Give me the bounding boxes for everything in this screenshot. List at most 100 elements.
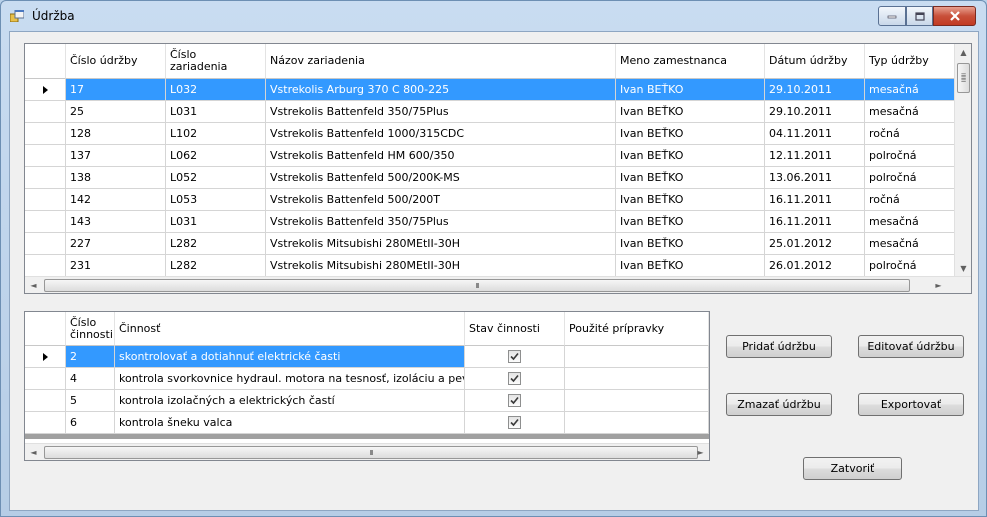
activity-cell[interactable]: skontrolovať a dotiahnuť elektrické čast… <box>115 346 465 368</box>
maintenance-type-cell[interactable]: polročná <box>865 167 955 189</box>
maintenance-number-cell[interactable]: 137 <box>66 145 166 167</box>
scroll-left-icon[interactable]: ◄ <box>25 444 42 460</box>
used-agents-cell[interactable] <box>565 368 709 390</box>
maintenance-type-cell[interactable]: polročná <box>865 255 955 277</box>
activity-status-checkbox[interactable] <box>508 394 521 407</box>
maintenance-number-cell[interactable]: 17 <box>66 79 166 101</box>
employee-name-cell[interactable]: Ivan BEŤKO <box>616 123 765 145</box>
maintenance-date-cell[interactable]: 29.10.2011 <box>765 101 865 123</box>
table-row[interactable]: 227 L282 Vstrekolis Mitsubishi 280MEtII-30… <box>25 233 955 255</box>
activity-number-cell[interactable]: 2 <box>66 346 115 368</box>
add-maintenance-button[interactable]: Pridať údržbu <box>726 335 832 358</box>
maintenance-date-cell[interactable]: 16.11.2011 <box>765 211 865 233</box>
scroll-right-icon[interactable]: ► <box>930 277 947 293</box>
maintenance-type-cell[interactable]: mesačná <box>865 101 955 123</box>
table-row[interactable]: 17 L032 Vstrekolis Arburg 370 C 800-225 Iva… <box>25 79 955 101</box>
device-name-cell[interactable]: Vstrekolis Mitsubishi 280MEtII-30H <box>266 233 616 255</box>
used-agents-cell[interactable] <box>565 390 709 412</box>
row-header[interactable] <box>25 167 66 189</box>
edit-maintenance-button[interactable]: Editovať údržbu <box>858 335 964 358</box>
maintenance-date-cell[interactable]: 16.11.2011 <box>765 189 865 211</box>
table-row[interactable]: 6 kontrola šneku valca <box>25 412 709 434</box>
maintenance-type-cell[interactable]: ročná <box>865 123 955 145</box>
maintenance-number-cell[interactable]: 227 <box>66 233 166 255</box>
row-header[interactable] <box>25 211 66 233</box>
maintenance-date-cell[interactable]: 25.01.2012 <box>765 233 865 255</box>
maintenance-type-cell[interactable]: mesačná <box>865 79 955 101</box>
activity-number-cell[interactable]: 6 <box>66 412 115 434</box>
employee-name-cell[interactable]: Ivan BEŤKO <box>616 79 765 101</box>
activity-status-cell[interactable] <box>465 412 565 434</box>
device-number-cell[interactable]: L052 <box>166 167 266 189</box>
row-header[interactable] <box>25 255 66 277</box>
maintenance-date-cell[interactable]: 26.01.2012 <box>765 255 865 277</box>
delete-maintenance-button[interactable]: Zmazať údržbu <box>726 393 832 416</box>
table-row[interactable]: 25 L031 Vstrekolis Battenfeld 350/75Plus Iv… <box>25 101 955 123</box>
activity-number-cell[interactable]: 5 <box>66 390 115 412</box>
row-header[interactable] <box>25 145 66 167</box>
device-name-cell[interactable]: Vstrekolis Battenfeld 500/200T <box>266 189 616 211</box>
table-row[interactable]: 231 L282 Vstrekolis Mitsubishi 280MEtII-30… <box>25 255 955 277</box>
maintenance-type-cell[interactable]: mesačná <box>865 211 955 233</box>
employee-name-cell[interactable]: Ivan BEŤKO <box>616 145 765 167</box>
table-row[interactable]: 2 skontrolovať a dotiahnuť elektrické čas… <box>25 346 709 368</box>
maintenance-grid-horizontal-scrollbar[interactable]: ◄ III ► <box>25 276 971 293</box>
activity-status-cell[interactable] <box>465 390 565 412</box>
maintenance-number-cell[interactable]: 143 <box>66 211 166 233</box>
horizontal-scroll-thumb[interactable]: III <box>44 446 698 459</box>
device-name-cell[interactable]: Vstrekolis Battenfeld HM 600/350 <box>266 145 616 167</box>
maintenance-number-cell[interactable]: 128 <box>66 123 166 145</box>
close-button[interactable]: Zatvoriť <box>803 457 902 480</box>
maintenance-date-cell[interactable]: 04.11.2011 <box>765 123 865 145</box>
activity-grid-horizontal-scrollbar[interactable]: ◄ III ► <box>25 443 709 460</box>
table-row[interactable]: 137 L062 Vstrekolis Battenfeld HM 600/350 I… <box>25 145 955 167</box>
employee-name-cell[interactable]: Ivan BEŤKO <box>616 255 765 277</box>
activity-status-checkbox[interactable] <box>508 372 521 385</box>
export-button[interactable]: Exportovať <box>858 393 964 416</box>
row-header[interactable] <box>25 123 66 145</box>
scroll-up-icon[interactable]: ▲ <box>955 44 971 61</box>
device-number-cell[interactable]: L032 <box>166 79 266 101</box>
column-header-device-number[interactable]: Číslo zariadenia <box>166 44 266 79</box>
device-number-cell[interactable]: L282 <box>166 255 266 277</box>
device-name-cell[interactable]: Vstrekolis Battenfeld 350/75Plus <box>266 101 616 123</box>
device-name-cell[interactable]: Vstrekolis Battenfeld 500/200K-MS <box>266 167 616 189</box>
maintenance-grid-vertical-scrollbar[interactable]: ▲ = = = ▼ <box>954 44 971 277</box>
row-header[interactable] <box>25 390 66 412</box>
table-row[interactable]: 143 L031 Vstrekolis Battenfeld 350/75Plus I… <box>25 211 955 233</box>
column-header-maintenance-type[interactable]: Typ údržby <box>865 44 955 79</box>
maintenance-date-cell[interactable]: 29.10.2011 <box>765 79 865 101</box>
row-header[interactable] <box>25 233 66 255</box>
column-header-activity-status[interactable]: Stav činnosti <box>465 312 565 346</box>
device-number-cell[interactable]: L031 <box>166 101 266 123</box>
employee-name-cell[interactable]: Ivan BEŤKO <box>616 167 765 189</box>
device-number-cell[interactable]: L102 <box>166 123 266 145</box>
column-header-activity-number[interactable]: Číslo činnosti <box>66 312 115 346</box>
column-header-maintenance-number[interactable]: Číslo údržby <box>66 44 166 79</box>
activity-status-cell[interactable] <box>465 368 565 390</box>
used-agents-cell[interactable] <box>565 346 709 368</box>
maintenance-date-cell[interactable]: 13.06.2011 <box>765 167 865 189</box>
device-number-cell[interactable]: L053 <box>166 189 266 211</box>
device-name-cell[interactable]: Vstrekolis Mitsubishi 280MEtII-30H <box>266 255 616 277</box>
activity-grid[interactable]: Číslo činnosti Činnosť Stav činnosti Pou… <box>24 311 710 461</box>
activity-cell[interactable]: kontrola svorkovnice hydraul. motora na … <box>115 368 465 390</box>
maintenance-type-cell[interactable]: polročná <box>865 145 955 167</box>
activity-status-cell[interactable] <box>465 346 565 368</box>
maintenance-grid[interactable]: Číslo údržby Číslo zariadenia Názov zari… <box>24 43 972 294</box>
row-header[interactable] <box>25 79 66 101</box>
table-row[interactable]: 138 L052 Vstrekolis Battenfeld 500/200K-MS… <box>25 167 955 189</box>
table-row[interactable]: 128 L102 Vstrekolis Battenfeld 1000/315CDC… <box>25 123 955 145</box>
employee-name-cell[interactable]: Ivan BEŤKO <box>616 233 765 255</box>
table-row[interactable]: 142 L053 Vstrekolis Battenfeld 500/200T Iva… <box>25 189 955 211</box>
maintenance-number-cell[interactable]: 231 <box>66 255 166 277</box>
scroll-left-icon[interactable]: ◄ <box>25 277 42 293</box>
maximize-button[interactable] <box>906 6 933 26</box>
row-header[interactable] <box>25 189 66 211</box>
activity-number-cell[interactable]: 4 <box>66 368 115 390</box>
employee-name-cell[interactable]: Ivan BEŤKO <box>616 211 765 233</box>
minimize-button[interactable] <box>878 6 906 26</box>
device-name-cell[interactable]: Vstrekolis Arburg 370 C 800-225 <box>266 79 616 101</box>
table-row[interactable]: 5 kontrola izolačných a elektrických čast… <box>25 390 709 412</box>
vertical-scroll-thumb[interactable]: = = = <box>957 63 970 93</box>
